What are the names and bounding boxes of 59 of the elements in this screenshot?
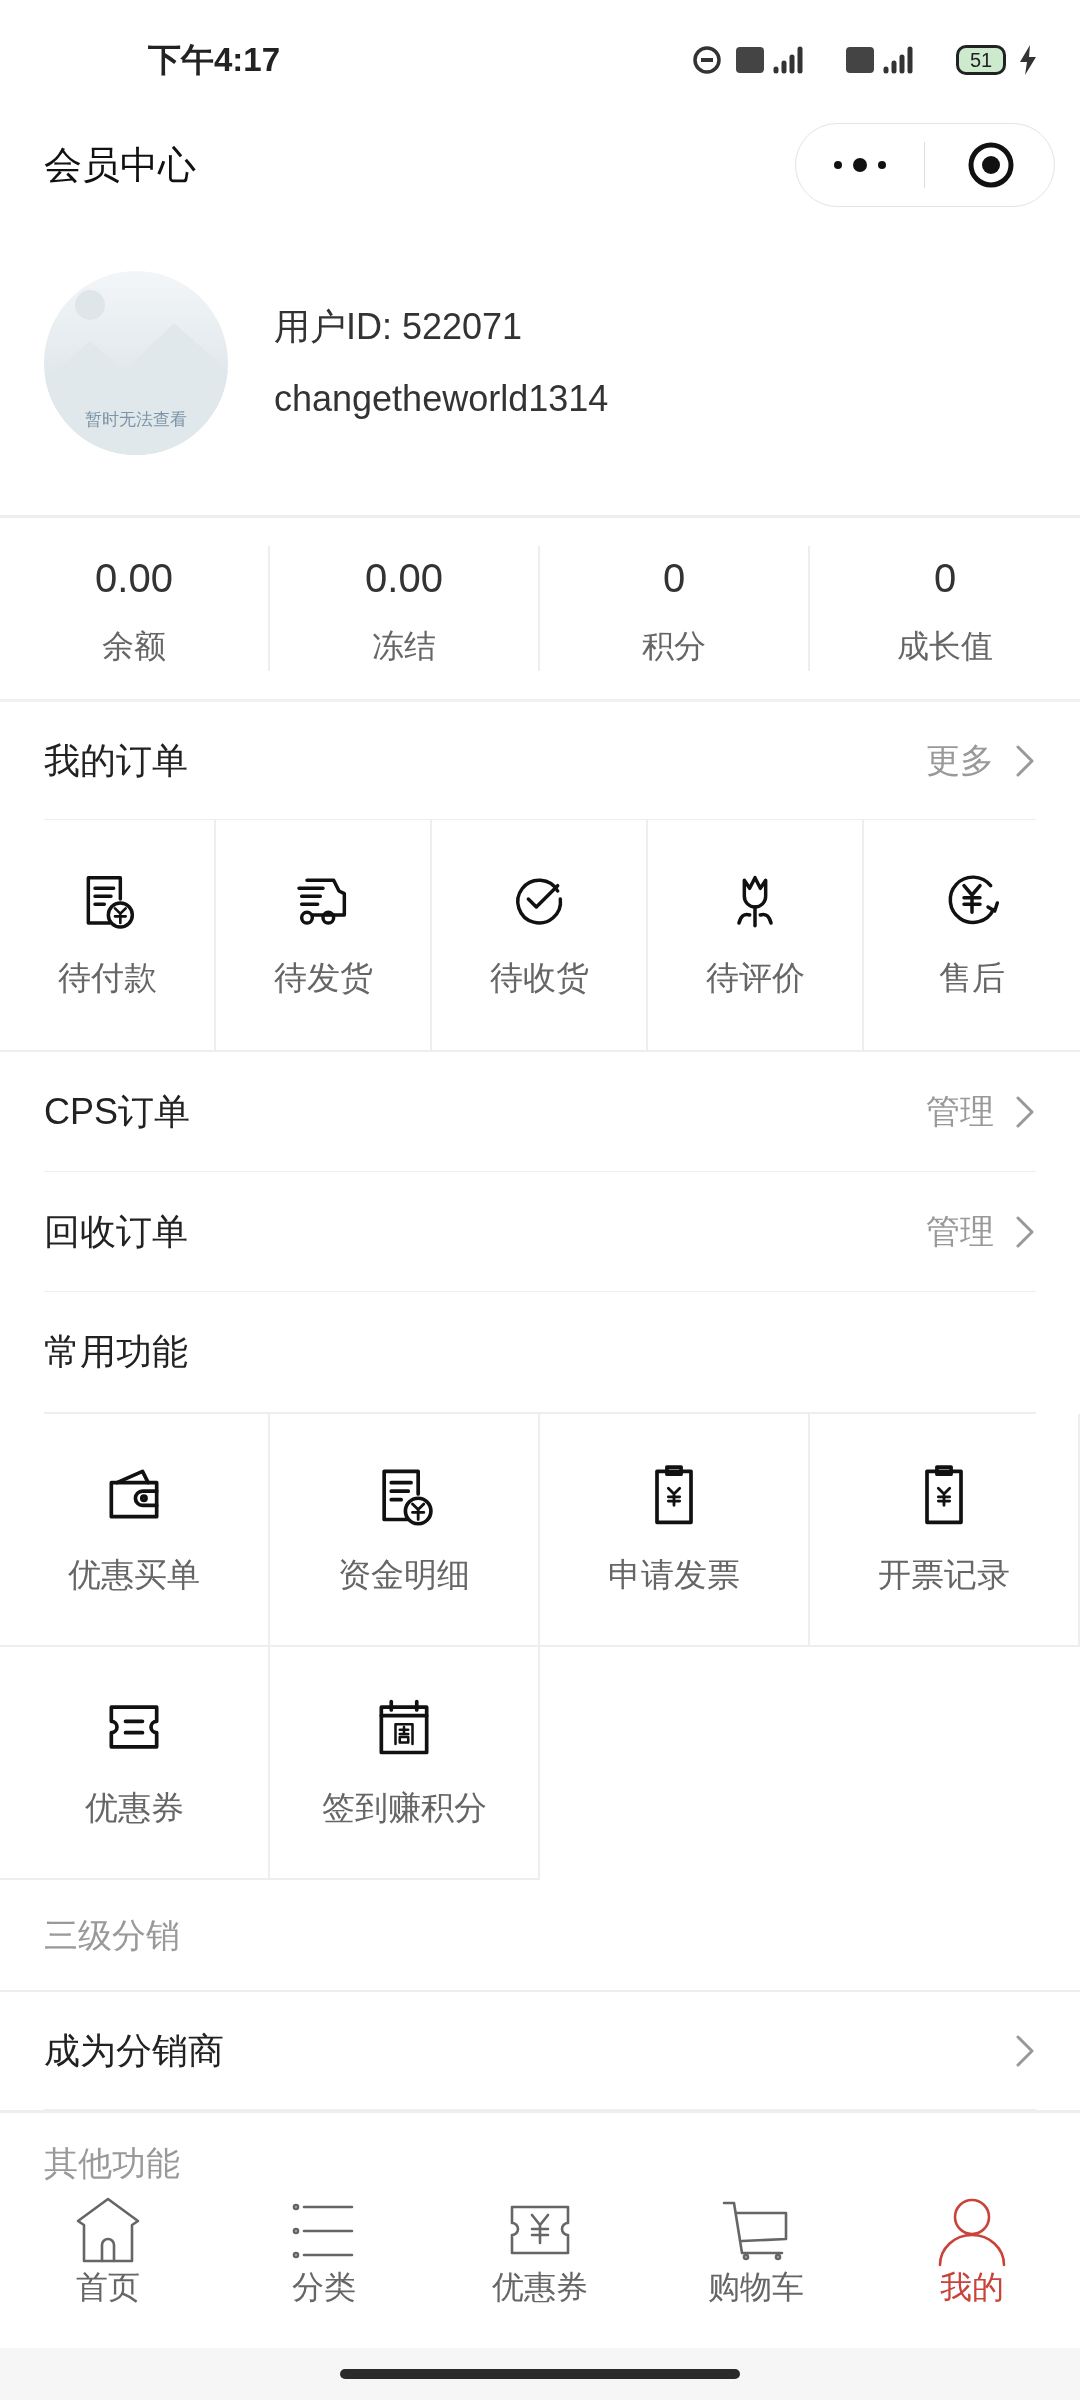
function-item[interactable]: 优惠券 — [0, 1647, 270, 1880]
stat-value: 0.00 — [95, 554, 173, 602]
menu-row[interactable]: 回收订单 管理 — [44, 1172, 1036, 1292]
order-status-label: 待评价 — [705, 958, 805, 999]
stat-label: 冻结 — [372, 626, 436, 666]
tab-bar-item[interactable]: 优惠券 — [432, 2193, 648, 2348]
function-item[interactable]: 优惠买单 — [0, 1414, 270, 1647]
order-status-label: 待收货 — [489, 958, 589, 999]
menu-row[interactable]: 我的订单 更多 — [44, 702, 1036, 820]
avatar-caption: 暂时无法查看 — [84, 408, 188, 431]
tab-bar-item[interactable]: 首页 — [0, 2193, 216, 2348]
stat-value: 0 — [933, 554, 957, 602]
order-status-label: 待发货 — [273, 958, 373, 999]
order-status-item[interactable]: 待付款 — [0, 820, 216, 1050]
battery-indicator: 51 — [956, 45, 1006, 75]
order-status-item[interactable]: 待发货 — [216, 820, 432, 1050]
username: changetheworld1314 — [274, 376, 609, 421]
function-item[interactable]: 申请发票 — [540, 1414, 810, 1647]
dnd-icon — [692, 45, 722, 75]
status-time: 下午4:17 — [148, 40, 281, 81]
user-id: 用户ID: 522071 — [274, 304, 524, 349]
charging-icon — [1020, 45, 1036, 75]
row-label: 成为分销商 — [44, 2028, 224, 2073]
stat-value: 0.00 — [365, 554, 443, 602]
section-title: 常用功能 — [44, 1330, 188, 1374]
tab-bar-item[interactable]: 购物车 — [648, 2193, 864, 2348]
stat-value: 0 — [662, 554, 686, 602]
function-label: 签到赚积分 — [321, 1787, 487, 1828]
row-action: 更多 — [926, 740, 994, 781]
tab-bar-item[interactable]: 分类 — [216, 2193, 432, 2348]
order-status-item[interactable]: 待评价 — [648, 820, 864, 1050]
row-label: 我的订单 — [44, 738, 188, 783]
order-status-label: 待付款 — [57, 958, 157, 999]
function-item[interactable]: 签到赚积分 — [270, 1647, 540, 1880]
stat-label: 余额 — [102, 626, 166, 666]
more-icon[interactable] — [832, 155, 888, 175]
close-target-icon[interactable] — [967, 141, 1015, 189]
row-action: 管理 — [926, 1091, 994, 1132]
stat-label: 积分 — [642, 626, 706, 666]
function-label: 开票记录 — [878, 1554, 1010, 1595]
function-label: 优惠券 — [84, 1787, 184, 1828]
order-status-item[interactable]: 待收货 — [432, 820, 648, 1050]
section-title: 三级分销 — [44, 1914, 180, 1956]
function-item[interactable]: 开票记录 — [810, 1414, 1080, 1647]
function-label: 申请发票 — [608, 1554, 740, 1595]
function-label: 优惠买单 — [68, 1554, 200, 1595]
menu-row[interactable]: CPS订单 管理 — [44, 1052, 1036, 1172]
row-label: 回收订单 — [44, 1209, 188, 1254]
tab-bar-item[interactable]: 我的 — [864, 2193, 1080, 2348]
menu-row[interactable]: 成为分销商 — [44, 1992, 1036, 2110]
order-status-item[interactable]: 售后 — [864, 820, 1080, 1050]
function-label: 资金明细 — [338, 1554, 470, 1595]
row-label: CPS订单 — [44, 1089, 191, 1134]
row-action: 管理 — [926, 1211, 994, 1252]
function-item[interactable]: 资金明细 — [270, 1414, 540, 1647]
page-title: 会员中心 — [44, 142, 196, 188]
stat-label: 成长值 — [897, 626, 993, 666]
section-title: 其他功能 — [44, 2143, 181, 2183]
order-status-label: 售后 — [939, 958, 1005, 999]
